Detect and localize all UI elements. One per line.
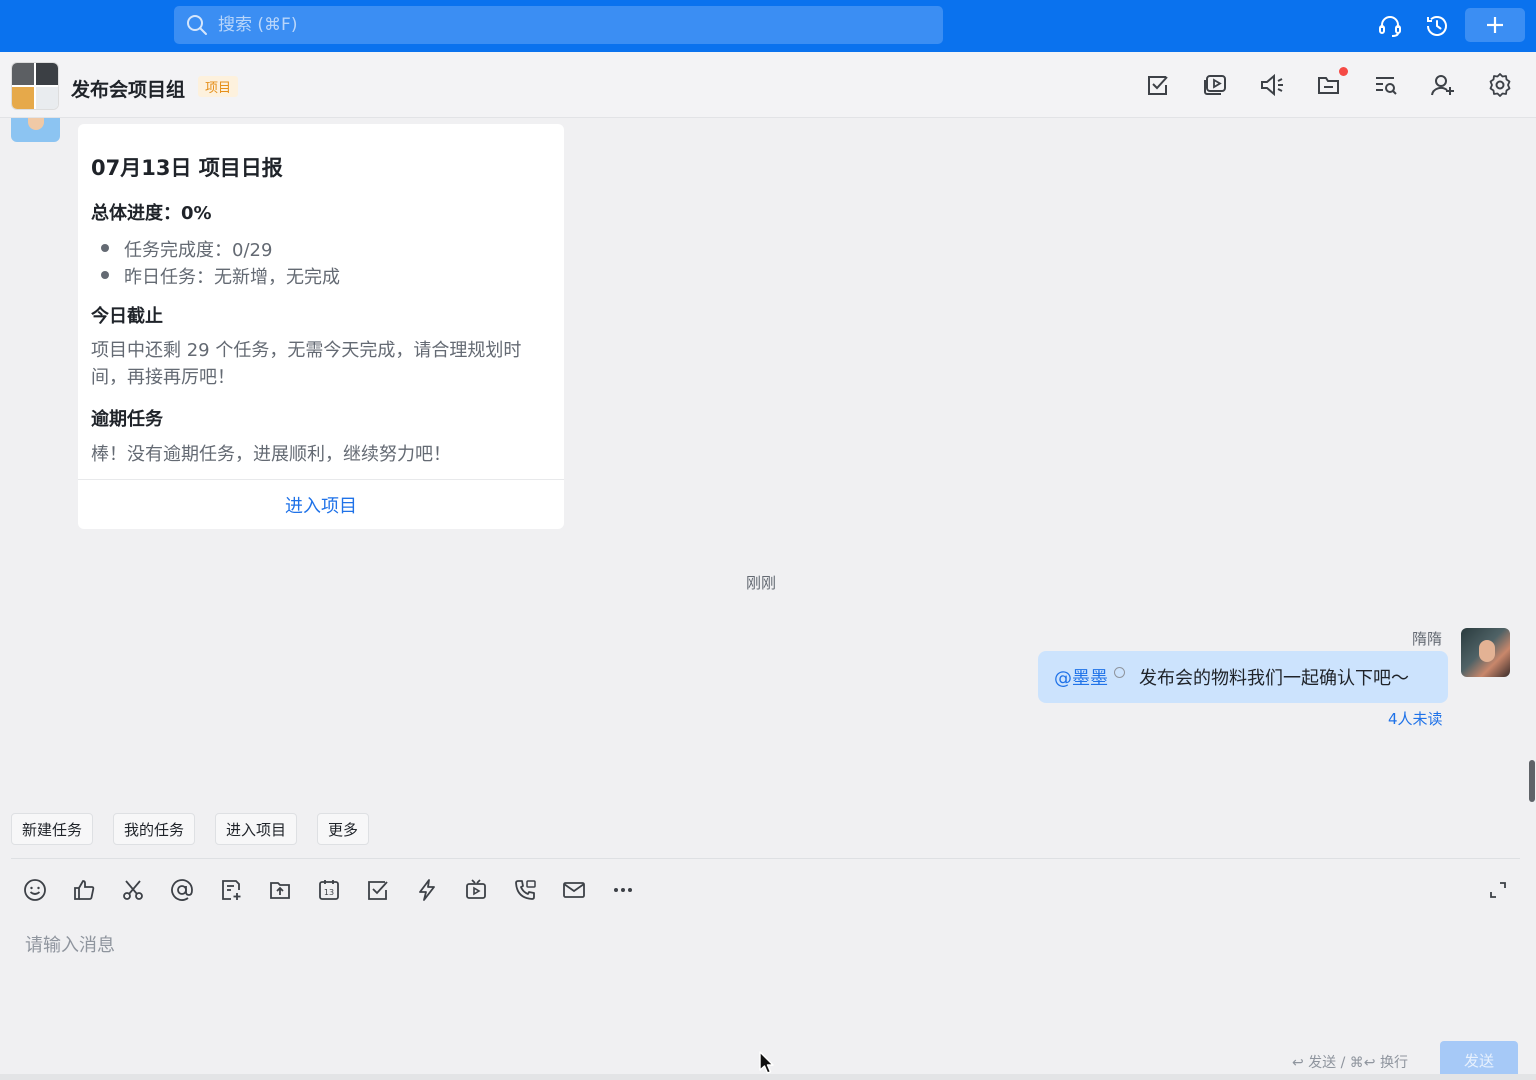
task-check-icon[interactable] — [364, 876, 392, 904]
new-task-button[interactable]: 新建任务 — [11, 813, 94, 845]
calendar-day-label: 13 — [324, 888, 334, 897]
scissors-icon[interactable] — [119, 876, 147, 904]
mention-link[interactable]: @墨墨 — [1054, 664, 1108, 690]
plus-icon — [1487, 17, 1503, 33]
enter-project-button[interactable]: 进入项目 — [215, 813, 298, 845]
message-text: 发布会的物料我们一起确认下吧～ — [1139, 668, 1409, 689]
due-today-title: 今日截止 — [91, 306, 163, 327]
my-tasks-button[interactable]: 我的任务 — [113, 813, 196, 845]
add-member-icon[interactable] — [1428, 70, 1458, 100]
video-meeting-icon[interactable] — [462, 876, 490, 904]
search-history-icon[interactable] — [1371, 70, 1401, 100]
message-bubble[interactable]: @墨墨 发布会的物料我们一起确认下吧～ — [1038, 651, 1448, 703]
sender-name: 隋隋 — [1412, 630, 1443, 648]
message-input[interactable] — [25, 930, 1505, 960]
mouse-cursor-icon — [759, 1051, 774, 1074]
overdue-title: 逾期任务 — [91, 409, 163, 430]
emoji-icon[interactable] — [21, 876, 49, 904]
project-badge: 项目 — [198, 76, 239, 97]
video-icon[interactable] — [1200, 70, 1230, 100]
card-title: 07月13日 项目日报 — [91, 156, 283, 180]
settings-gear-icon[interactable] — [1485, 70, 1515, 100]
scrollbar[interactable] — [1529, 760, 1535, 802]
more-icon[interactable] — [609, 876, 637, 904]
bullet-dot — [101, 244, 109, 252]
bullet-dot — [101, 271, 109, 279]
overall-progress: 总体进度：0% — [91, 203, 212, 224]
phone-icon[interactable] — [511, 876, 539, 904]
lightning-icon[interactable] — [413, 876, 441, 904]
daily-report-card: 07月13日 项目日报 总体进度：0% 任务完成度：0/29 昨日任务：无新增，… — [78, 124, 564, 529]
search-input[interactable] — [218, 15, 818, 35]
thumbs-up-icon[interactable] — [70, 876, 98, 904]
input-divider — [11, 858, 1520, 859]
upload-icon[interactable] — [266, 876, 294, 904]
enter-project-link[interactable]: 进入项目 — [78, 492, 564, 518]
announcement-icon[interactable] — [1257, 70, 1287, 100]
user-avatar[interactable] — [1461, 628, 1510, 677]
message-timestamp: 刚刚 — [745, 574, 776, 592]
read-status-icon — [1114, 666, 1125, 678]
yesterday-task-text: 昨日任务：无新增，无完成 — [124, 267, 340, 288]
unread-count[interactable]: 4人未读 — [1388, 708, 1443, 729]
overdue-text: 棒！没有逾期任务，进展顺利，继续努力吧！ — [91, 444, 451, 465]
mail-icon[interactable] — [560, 876, 588, 904]
at-icon[interactable] — [168, 876, 196, 904]
top-bar — [0, 0, 1536, 52]
search-icon — [187, 15, 207, 35]
due-today-text: 项目中还剩 29 个任务，无需今天完成，请合理规划时间，再接再厉吧！ — [91, 340, 522, 388]
group-avatar[interactable] — [11, 62, 59, 110]
chat-header: 发布会项目组 项目 — [0, 52, 1536, 118]
task-icon[interactable] — [1143, 70, 1173, 100]
task-completion-text: 任务完成度：0/29 — [124, 240, 273, 261]
doc-add-icon[interactable] — [217, 876, 245, 904]
history-icon[interactable] — [1421, 10, 1453, 42]
bot-avatar[interactable] — [11, 118, 60, 142]
notification-dot — [1339, 67, 1348, 76]
group-title[interactable]: 发布会项目组 — [71, 75, 185, 102]
expand-icon[interactable] — [1484, 876, 1512, 904]
create-button[interactable] — [1465, 8, 1525, 42]
headset-icon[interactable] — [1374, 10, 1406, 42]
calendar-icon[interactable]: 13 — [315, 876, 343, 904]
more-button[interactable]: 更多 — [317, 813, 370, 845]
card-divider — [78, 479, 564, 480]
shortcut-hint: ↩ 发送 / ⌘↩ 换行 — [1292, 1055, 1408, 1071]
search-box[interactable] — [174, 6, 943, 44]
